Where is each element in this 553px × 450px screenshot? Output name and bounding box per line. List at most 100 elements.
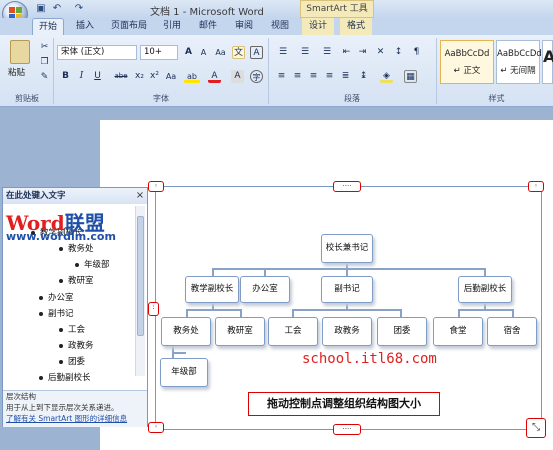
text-pane-scrollbar[interactable] xyxy=(135,206,145,376)
highlight-button[interactable]: ab xyxy=(184,70,200,83)
org-node-level3[interactable]: 年级部 xyxy=(160,358,208,387)
close-icon[interactable]: × xyxy=(133,188,147,204)
text-pane-item-text: 教务处 xyxy=(68,244,94,254)
text-pane-item[interactable]: 团委 xyxy=(59,355,85,367)
org-node-level2[interactable]: 教务处 xyxy=(161,317,211,346)
divider xyxy=(268,38,269,104)
text-pane-item[interactable]: 工会 xyxy=(59,323,85,335)
text-pane-item[interactable]: 副书记 xyxy=(39,307,74,319)
copy-icon[interactable]: ❐ xyxy=(38,56,51,69)
show-marks-icon[interactable]: ¶ xyxy=(410,46,423,59)
org-node-level2[interactable]: 政教务 xyxy=(322,317,372,346)
multilevel-list-icon[interactable]: ☰ xyxy=(318,46,336,59)
subscript-button[interactable]: x₂ xyxy=(133,70,146,83)
font-size-select[interactable]: 10+ xyxy=(140,45,178,60)
text-pane-item[interactable]: 教研室 xyxy=(59,274,94,286)
increase-indent-icon[interactable]: ⇥ xyxy=(356,46,369,59)
resize-handle-top-left[interactable]: ◦ xyxy=(148,181,164,192)
resize-handle-left[interactable]: : xyxy=(148,302,159,316)
bold-button[interactable]: B xyxy=(59,70,72,83)
borders-icon[interactable]: ▦ xyxy=(404,70,417,83)
align-left-icon[interactable]: ≡ xyxy=(275,70,288,83)
org-node-level2[interactable]: 团委 xyxy=(377,317,427,346)
format-painter-icon[interactable]: ✎ xyxy=(38,71,51,84)
chinese-layout-icon[interactable]: ✕ xyxy=(374,46,387,59)
org-node-level1[interactable]: 教学副校长 xyxy=(185,276,239,303)
org-node-level2[interactable]: 宿舍 xyxy=(487,317,537,346)
resize-handle-bottom-right[interactable]: ⤡ xyxy=(526,418,546,438)
org-node-root[interactable]: 校长兼书记 xyxy=(321,234,373,263)
tab-references[interactable]: 引用 xyxy=(158,18,186,35)
char-shading-icon[interactable]: A xyxy=(231,70,244,83)
align-right-icon[interactable]: ≡ xyxy=(307,70,320,83)
italic-button[interactable]: I xyxy=(75,70,88,83)
phonetic-guide-icon[interactable]: 文 xyxy=(232,46,245,59)
shading-icon[interactable]: ◈ xyxy=(380,70,393,83)
org-node-level2[interactable]: 教研室 xyxy=(215,317,265,346)
org-node-level2[interactable]: 食堂 xyxy=(433,317,483,346)
smartart-tools-label: SmartArt 工具 xyxy=(300,0,374,18)
underline-button[interactable]: U xyxy=(91,70,104,83)
grow-font-button[interactable]: A xyxy=(182,46,195,59)
strikethrough-button[interactable]: abe xyxy=(111,70,131,83)
enclose-char-icon[interactable]: 字 xyxy=(250,70,263,83)
style-name: ↵ 正文 xyxy=(453,66,481,76)
connector xyxy=(186,309,188,317)
distributed-icon[interactable]: ≣ xyxy=(339,70,352,83)
save-icon[interactable]: ▣ xyxy=(34,2,48,15)
char-border-button[interactable]: A xyxy=(250,46,263,59)
resize-handle-top-right[interactable]: ◦ xyxy=(528,181,544,192)
font-color-button[interactable]: A xyxy=(208,70,221,83)
resize-handle-bottom[interactable]: ···· xyxy=(333,424,361,435)
sort-icon[interactable]: ↕ xyxy=(392,46,405,59)
connector xyxy=(212,268,486,270)
text-pane-item[interactable]: 教务处 xyxy=(59,242,94,254)
style-heading[interactable]: A xyxy=(542,40,553,84)
connector xyxy=(240,309,242,317)
text-pane-item[interactable]: 政教务 xyxy=(59,339,94,351)
org-node-level1[interactable]: 办公室 xyxy=(240,276,290,303)
font-name-select[interactable]: 宋体 (正文) xyxy=(57,45,137,60)
bullet-icon xyxy=(59,359,63,364)
tab-insert[interactable]: 插入 xyxy=(70,18,100,35)
text-pane-item[interactable]: 办公室 xyxy=(39,291,74,303)
tab-home[interactable]: 开始 xyxy=(32,18,64,35)
resize-handle-bottom-left[interactable]: ◦ xyxy=(148,422,164,433)
tab-mailings[interactable]: 邮件 xyxy=(194,18,222,35)
clear-format-button[interactable]: Aa xyxy=(214,46,227,59)
org-node-level1[interactable]: 后勤副校长 xyxy=(458,276,512,303)
redo-icon[interactable]: ↷ xyxy=(72,2,86,15)
style-no-spacing[interactable]: AaBbCcDd ↵ 无间隔 xyxy=(496,40,542,84)
align-center-icon[interactable]: ≡ xyxy=(291,70,304,83)
connector xyxy=(292,309,294,317)
tab-review[interactable]: 审阅 xyxy=(230,18,258,35)
tab-layout[interactable]: 页面布局 xyxy=(106,18,152,35)
window-title: 文档 1 - Microsoft Word xyxy=(150,7,264,18)
style-name: ↵ 无间隔 xyxy=(500,66,536,76)
text-pane-item[interactable]: 后勤副校长 xyxy=(39,371,91,383)
justify-icon[interactable]: ≡ xyxy=(323,70,336,83)
bullets-icon[interactable]: ☰ xyxy=(274,46,292,59)
tab-view[interactable]: 视图 xyxy=(266,18,294,35)
decrease-indent-icon[interactable]: ⇤ xyxy=(340,46,353,59)
tab-design[interactable]: 设计 xyxy=(302,18,334,35)
bullet-icon xyxy=(39,295,43,300)
undo-icon[interactable]: ↶ xyxy=(50,2,64,15)
line-spacing-icon[interactable]: ↨ xyxy=(357,70,370,83)
cut-icon[interactable]: ✂ xyxy=(38,41,51,54)
text-pane-item-text: 办公室 xyxy=(48,293,74,303)
style-normal[interactable]: AaBbCcDd ↵ 正文 xyxy=(440,40,494,84)
change-case-button[interactable]: Aa xyxy=(163,70,179,83)
shrink-font-button[interactable]: A xyxy=(197,46,210,59)
tab-format[interactable]: 格式 xyxy=(340,18,372,35)
paste-icon[interactable] xyxy=(10,40,30,64)
learn-more-link[interactable]: 了解有关 SmartArt 图形的详细信息 xyxy=(3,413,147,424)
superscript-button[interactable]: x² xyxy=(148,70,161,83)
numbering-icon[interactable]: ☰ xyxy=(296,46,314,59)
scrollbar-thumb[interactable] xyxy=(137,216,144,336)
text-pane-item-text: 教研室 xyxy=(68,276,94,286)
resize-handle-top[interactable]: ···· xyxy=(333,181,361,192)
org-node-level1[interactable]: 副书记 xyxy=(321,276,373,303)
org-node-level2[interactable]: 工会 xyxy=(268,317,318,346)
text-pane-item[interactable]: 年级部 xyxy=(75,258,110,270)
